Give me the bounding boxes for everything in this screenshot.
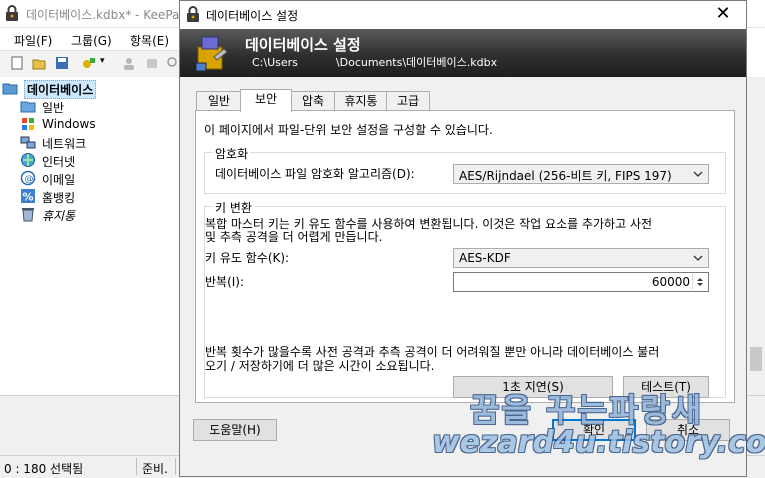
email-icon: @: [20, 170, 36, 186]
encryption-algorithm-value: AES/Rijndael (256-비트 키, FIPS 197): [459, 169, 672, 183]
banner-title: 데이터베이스 설정: [245, 36, 361, 54]
watermark-url: wezard4u.tistory.com: [432, 425, 765, 460]
encryption-algorithm-label: 데이터베이스 파일 암호화 알고리즘(D):: [215, 167, 415, 181]
close-icon[interactable]: ✕: [708, 3, 738, 25]
save-icon[interactable]: [55, 56, 69, 70]
keepass-lock-icon: [185, 6, 201, 26]
folder-icon: [20, 98, 36, 114]
main-window-title: 데이터베이스.kdbx* - KeePa: [26, 8, 180, 22]
chevron-down-icon[interactable]: ▾: [100, 56, 114, 70]
chevron-down-icon: [693, 252, 703, 266]
tree-item-label: 데이터베이스: [24, 80, 97, 99]
tree-item-label: Windows: [42, 117, 96, 131]
rounds-input[interactable]: 60000: [453, 272, 709, 292]
new-database-icon[interactable]: [10, 56, 24, 70]
dialog-banner: 데이터베이스 설정 C:\Users \Documents\데이터베이스.kdbx: [180, 29, 746, 77]
help-button[interactable]: 도움말(H): [193, 419, 277, 441]
rounds-label: 반복(I):: [205, 275, 245, 289]
banner-database-path: C:\Users \Documents\데이터베이스.kdbx: [252, 54, 497, 70]
entry-list-scrollbar[interactable]: [747, 77, 765, 395]
scrollbar-thumb[interactable]: [750, 347, 762, 371]
tree-item-label: 인터넷: [42, 155, 76, 169]
search-icon[interactable]: [166, 56, 180, 70]
status-separator: [175, 458, 176, 475]
rounds-note-2: 오기 / 저장하기에 더 많은 시간이 소요됩니다.: [205, 359, 435, 373]
security-intro-text: 이 페이지에서 파일-단위 보안 설정을 구성할 수 있습니다.: [204, 123, 493, 137]
tab-security[interactable]: 보안: [240, 89, 292, 112]
svg-text:@: @: [25, 175, 34, 185]
menu-entry[interactable]: 항목(E): [130, 32, 169, 49]
add-entry-icon[interactable]: [82, 56, 96, 70]
main-toolbar: ▾: [0, 50, 180, 78]
database-settings-icon: [192, 33, 230, 76]
tab-advanced[interactable]: 고급: [386, 91, 430, 110]
key-transformation-group-label: 키 변환: [213, 199, 254, 216]
open-folder-icon[interactable]: [32, 56, 46, 70]
group-tree: 데이터베이스 일반 Windows 네트워크 인터넷 @ 이메일 % 홈뱅킹 휴…: [0, 77, 178, 395]
dialog-title: 데이터베이스 설정: [206, 9, 299, 23]
encryption-group-label: 암호화: [213, 145, 251, 162]
globe-icon: [20, 152, 36, 168]
keepass-lock-icon: [4, 5, 20, 25]
tab-general[interactable]: 일반: [196, 91, 242, 110]
copy-password-icon[interactable]: [145, 56, 159, 70]
dialog-titlebar: 데이터베이스 설정 ✕: [180, 1, 746, 29]
kdf-value: AES-KDF: [459, 251, 511, 265]
status-selection: 0 : 180 선택됨: [4, 462, 84, 476]
tree-item-label: 이메일: [42, 173, 76, 187]
kdf-label: 키 유도 함수(K):: [205, 251, 290, 265]
menu-group[interactable]: 그룹(G): [71, 32, 112, 49]
recycle-bin-icon: [20, 206, 36, 222]
rounds-stepper[interactable]: [692, 274, 707, 290]
chevron-down-icon: [693, 168, 703, 182]
percent-icon: %: [20, 188, 36, 204]
rounds-value: 60000: [651, 275, 690, 289]
key-transformation-description-2: 및 추측 공격을 더 어렵게 만듭니다.: [205, 230, 383, 244]
tree-item-label: 홈뱅킹: [42, 191, 76, 205]
key-transformation-group: 키 변환 복합 마스터 키는 키 유도 함수를 사용하여 변환됩니다. 이것은 …: [204, 199, 726, 398]
network-icon: [20, 134, 36, 150]
copy-user-icon[interactable]: [122, 56, 136, 70]
database-folder-icon: [2, 80, 18, 96]
kdf-select[interactable]: AES-KDF: [453, 248, 709, 268]
banner-path-suffix: \Documents\데이터베이스.kdbx: [335, 56, 498, 69]
status-state: 준비.: [142, 462, 168, 476]
status-separator: [136, 458, 137, 475]
encryption-group: 암호화 데이터베이스 파일 암호화 알고리즘(D): AES/Rijndael …: [204, 145, 726, 194]
svg-text:%: %: [23, 191, 34, 204]
windows-icon: [20, 116, 36, 132]
tree-item-label: 휴지통: [42, 209, 76, 223]
tree-item-label: 네트워크: [42, 137, 87, 151]
tab-recycle-bin[interactable]: 휴지통: [334, 91, 388, 110]
menu-file[interactable]: 파일(F): [14, 32, 52, 49]
banner-path-prefix: C:\Users: [252, 56, 298, 69]
security-tab-panel: 이 페이지에서 파일-단위 보안 설정을 구성할 수 있습니다. 암호화 데이터…: [195, 110, 735, 403]
tab-compression[interactable]: 압축: [290, 91, 336, 110]
tree-item-label: 일반: [42, 101, 65, 115]
encryption-algorithm-select[interactable]: AES/Rijndael (256-비트 키, FIPS 197): [453, 164, 709, 184]
